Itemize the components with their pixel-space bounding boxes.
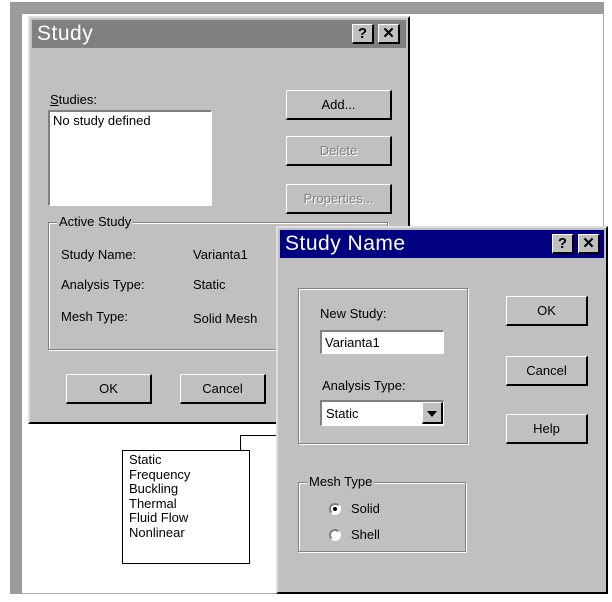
active-study-legend: Active Study bbox=[57, 214, 134, 229]
mesh-solid-radio[interactable] bbox=[329, 503, 341, 515]
frame-top-border bbox=[10, 2, 604, 14]
studies-label: Studies: bbox=[50, 92, 97, 107]
close-icon[interactable]: ✕ bbox=[578, 234, 600, 254]
study-name-title-bar: Study Name ? ✕ bbox=[280, 230, 604, 258]
dropdown-arrow-button[interactable] bbox=[422, 402, 443, 424]
analysis-type-options-list: Static Frequency Buckling Thermal Fluid … bbox=[122, 450, 250, 564]
study-name-value: Varianta1 bbox=[193, 247, 248, 262]
option-thermal[interactable]: Thermal bbox=[129, 496, 243, 512]
study-dialog-title: Study bbox=[37, 22, 94, 45]
mesh-type-label: Mesh Type: bbox=[61, 309, 128, 324]
option-frequency[interactable]: Frequency bbox=[129, 467, 243, 483]
studies-label-text: tudies: bbox=[58, 92, 97, 107]
option-static[interactable]: Static bbox=[129, 452, 243, 468]
study-cancel-button[interactable]: Cancel bbox=[180, 374, 266, 404]
mesh-shell-label[interactable]: Shell bbox=[351, 527, 380, 542]
option-nonlinear[interactable]: Nonlinear bbox=[129, 525, 243, 541]
help-icon[interactable]: ? bbox=[552, 234, 574, 254]
ok-button[interactable]: OK bbox=[506, 296, 588, 326]
studies-list-item[interactable]: No study defined bbox=[50, 112, 211, 129]
help-icon[interactable]: ? bbox=[352, 24, 374, 44]
analysis-type-selected: Static bbox=[326, 406, 359, 421]
option-fluid-flow[interactable]: Fluid Flow bbox=[129, 510, 243, 526]
study-name-dialog-title: Study Name bbox=[285, 232, 406, 255]
analysis-type-value: Static bbox=[193, 277, 226, 292]
analysis-type-select[interactable]: Static bbox=[320, 400, 444, 426]
close-icon[interactable]: ✕ bbox=[378, 24, 400, 44]
option-buckling[interactable]: Buckling bbox=[129, 481, 243, 497]
mesh-type-value: Solid Mesh bbox=[193, 311, 258, 326]
callout-leader-vertical bbox=[240, 435, 241, 450]
chevron-down-icon bbox=[427, 410, 437, 417]
study-name-dialog: Study Name ? ✕ New Study: Varianta1 Anal… bbox=[276, 226, 608, 594]
cancel-button[interactable]: Cancel bbox=[506, 356, 588, 386]
properties-button[interactable]: Properties... bbox=[286, 184, 392, 214]
mesh-type-group: Mesh Type Solid Shell bbox=[298, 474, 466, 552]
mesh-type-legend: Mesh Type bbox=[307, 474, 375, 489]
study-title-bar: Study ? ✕ bbox=[32, 20, 406, 48]
new-study-label: New Study: bbox=[320, 306, 387, 321]
mesh-solid-label[interactable]: Solid bbox=[351, 501, 380, 516]
frame-left-border bbox=[10, 2, 22, 594]
add-button[interactable]: Add... bbox=[286, 90, 392, 120]
studies-listbox[interactable]: No study defined bbox=[48, 110, 212, 206]
analysis-type-label: Analysis Type: bbox=[61, 277, 145, 292]
help-button[interactable]: Help bbox=[506, 414, 588, 444]
delete-button[interactable]: Delete bbox=[286, 136, 392, 166]
analysis-type-label: Analysis Type: bbox=[322, 378, 406, 393]
mesh-shell-radio[interactable] bbox=[329, 529, 341, 541]
new-study-input[interactable]: Varianta1 bbox=[320, 330, 444, 354]
new-study-input-value: Varianta1 bbox=[325, 335, 380, 350]
study-ok-button[interactable]: OK bbox=[66, 374, 152, 404]
study-name-label: Study Name: bbox=[61, 247, 137, 262]
